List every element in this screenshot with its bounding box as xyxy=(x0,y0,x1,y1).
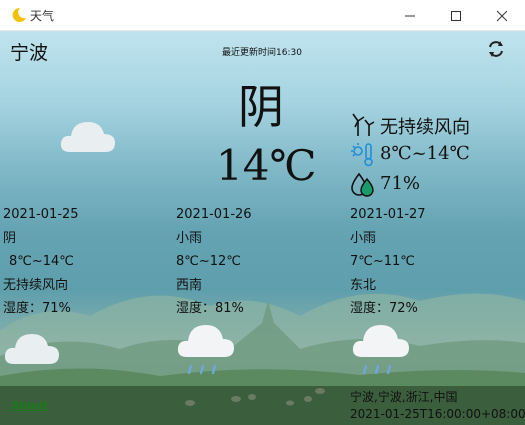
rain-cloud-icon xyxy=(177,325,234,375)
city-name: 宁波 xyxy=(10,42,49,64)
forecast-wind: 无持续风向 xyxy=(3,277,69,293)
forecast-date: 2021-01-27 xyxy=(350,207,426,222)
wind-turbine-icon xyxy=(352,113,375,136)
report-timestamp: 2021-01-25T16:00:00+08:00 xyxy=(350,407,525,421)
current-humidity: 71% xyxy=(380,173,421,194)
forecast-temp: 8℃~14℃ xyxy=(9,254,74,269)
weather-panel: 宁波 最近更新时间16:30 阴 14℃ 无持续风向 8℃~14℃ 71% 20… xyxy=(0,31,525,425)
about-link[interactable]: About xyxy=(11,399,48,412)
forecast-weather: 小雨 xyxy=(350,230,377,246)
forecast-day-3: 2021-01-27 小雨 7℃~11℃ 东北 湿度：72% xyxy=(350,203,520,321)
title-bar: 天气 xyxy=(0,0,525,31)
forecast-date: 2021-01-26 xyxy=(176,207,252,222)
forecast-temp: 8℃~12℃ xyxy=(176,254,241,269)
refresh-icon[interactable] xyxy=(486,39,506,59)
rain-cloud-icon xyxy=(352,325,409,375)
current-wind: 无持续风向 xyxy=(380,117,470,138)
current-temperature: 14℃ xyxy=(216,141,317,190)
current-weather: 阴 xyxy=(238,80,284,134)
maximize-button[interactable] xyxy=(433,0,479,31)
forecast-humidity: 湿度：71% xyxy=(3,301,71,316)
forecast-day-1: 2021-01-25 阴 8℃~14℃ 无持续风向 湿度：71% xyxy=(3,203,173,321)
forecast-weather: 阴 xyxy=(3,230,17,246)
location-text: 宁波,宁波,浙江,中国 xyxy=(350,390,458,404)
forecast-day-2: 2021-01-26 小雨 8℃~12℃ 西南 湿度：81% xyxy=(176,203,346,321)
humidity-drop-icon xyxy=(351,172,374,197)
forecast-wind: 西南 xyxy=(176,277,203,293)
maximize-icon xyxy=(451,11,461,21)
last-updated: 最近更新时间16:30 xyxy=(222,48,302,58)
window-title: 天气 xyxy=(30,9,55,23)
moon-app-icon xyxy=(12,7,26,22)
minimize-icon xyxy=(405,15,415,17)
forecast-wind: 东北 xyxy=(350,277,377,293)
cloud-icon xyxy=(4,334,59,364)
forecast-temp: 7℃~11℃ xyxy=(350,254,415,269)
forecast-date: 2021-01-25 xyxy=(3,207,79,222)
close-icon xyxy=(496,10,508,22)
cloud-icon xyxy=(60,122,115,152)
close-button[interactable] xyxy=(479,0,525,31)
forecast-weather: 小雨 xyxy=(176,230,203,246)
current-temp-range: 8℃~14℃ xyxy=(380,143,470,164)
sun-thermometer-icon xyxy=(351,143,373,167)
minimize-button[interactable] xyxy=(387,0,433,31)
